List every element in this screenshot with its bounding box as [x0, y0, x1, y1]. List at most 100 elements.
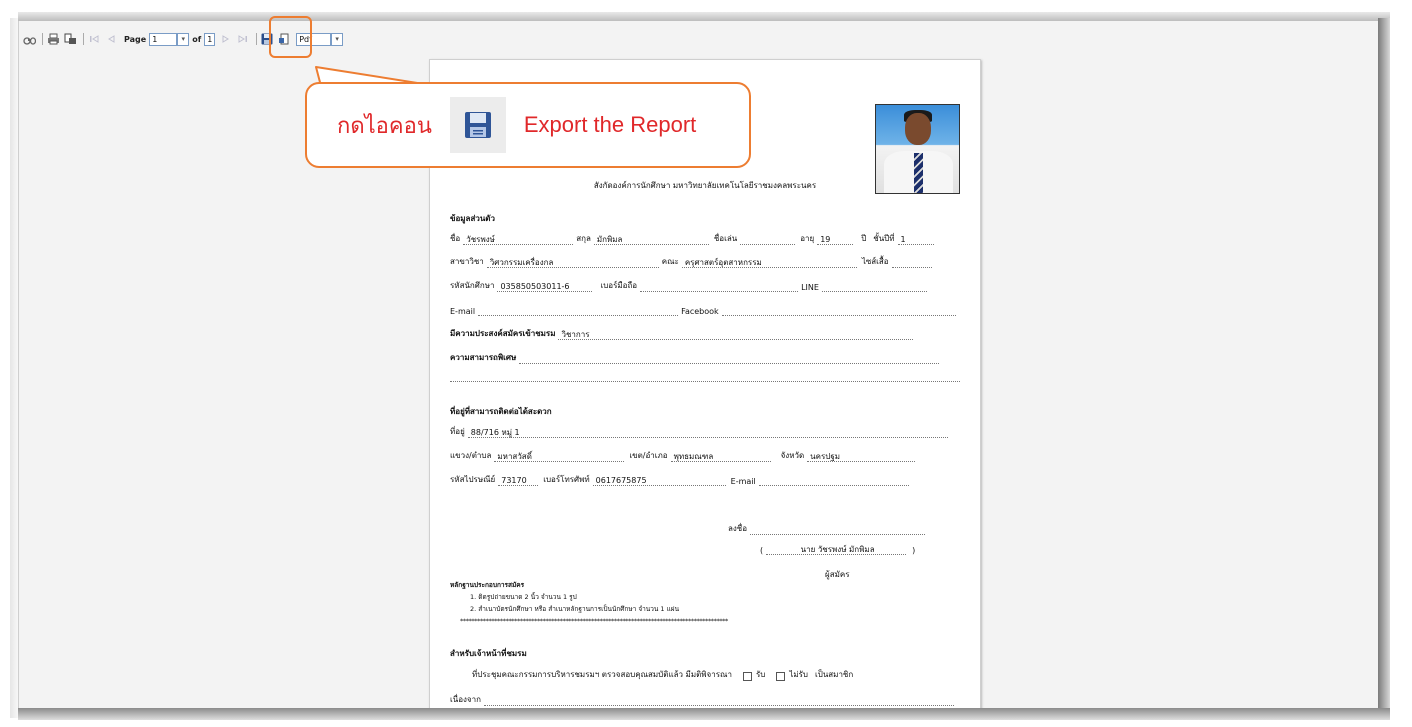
row-intent: มีความประสงค์สมัครเข้าชมรม วิชาการ [450, 328, 960, 340]
accept-checkbox[interactable] [742, 672, 752, 681]
section-address-heading: ที่อยู่ที่สามารถติดต่อได้สะดวก [450, 407, 552, 416]
row-email: E-mail Facebook [450, 304, 960, 316]
shirt-size-value [891, 258, 932, 268]
staff-decision-text: ที่ประชุมคณะกรรมการบริหารชมรมฯ ตรวจสอบคุ… [472, 670, 732, 679]
major-label: สาขาวิชา [450, 257, 484, 266]
year-label: ชั้นปีที่ [873, 234, 895, 243]
age-label: อายุ [800, 234, 815, 243]
toolbar-separator [83, 33, 84, 45]
intent-label: มีความประสงค์สมัครเข้าชมรม [450, 329, 556, 338]
email2-label: E-mail [730, 477, 756, 486]
organization-line: สังกัดองค์การนักศึกษา มหาวิทยาลัยเทคโนโล… [593, 181, 817, 190]
window-shadow-right [1378, 18, 1390, 718]
total-pages-field: 1 [204, 32, 216, 46]
print-icon[interactable] [46, 32, 60, 46]
age-value: 19 [817, 235, 854, 245]
signature-label: ลงชื่อ [728, 524, 748, 533]
separator-stars: ****************************************… [460, 617, 728, 625]
postal-value: 73170 [498, 476, 539, 486]
row-reason: เนื่องจาก [450, 694, 960, 706]
email2-value [758, 476, 909, 486]
province-value: นครปฐม [807, 452, 916, 462]
find-icon[interactable] [22, 32, 36, 46]
print-layout-icon[interactable] [63, 32, 77, 46]
member-label: เป็นสมาชิก [815, 670, 854, 679]
faculty-value: ครุศาสตร์อุตสาหกรรม [681, 258, 857, 268]
next-page-icon[interactable] [219, 32, 233, 46]
row-staff-decision: ที่ประชุมคณะกรรมการบริหารชมรมฯ ตรวจสอบคุ… [472, 669, 960, 681]
name-value: วัชรพงษ์ [463, 235, 574, 245]
surname-value: มักพิมล [593, 235, 709, 245]
shirt-size-label: ไซส์เสื้อ [861, 257, 889, 266]
accept-label: รับ [755, 670, 766, 679]
report-toolbar: Page 1 ▾ of 1 Pdf ▾ [19, 29, 1378, 49]
page-number-input[interactable]: 1 [149, 32, 178, 46]
subdistrict-value: มหาสวัสดิ์ [494, 452, 625, 462]
province-label: จังหวัด [780, 451, 805, 460]
evidence-item-1: 1. ติดรูปถ่ายขนาด 2 นิ้ว จำนวน 1 รูป [470, 593, 577, 601]
facebook-value [721, 306, 956, 316]
skills-label: ความสามารถพิเศษ [450, 353, 517, 362]
skills-value [519, 354, 940, 364]
instruction-callout: กดไอคอน Export the Report [305, 82, 751, 168]
major-value: วิศวกรรมเครื่องกล [486, 258, 659, 268]
subdistrict-label: แขวง/ตำบล [450, 451, 492, 460]
nickname-value [740, 235, 796, 245]
surname-label: สกุล [576, 234, 591, 243]
signature-line [750, 525, 926, 535]
email-label: E-mail [450, 307, 476, 316]
row-signature: ลงชื่อ [728, 523, 960, 535]
row-signer-name: ( นาย วัชรพงษ์ มักพิมล ) [760, 543, 960, 555]
row-skills: ความสามารถพิเศษ [450, 352, 960, 364]
email-value [478, 306, 679, 316]
row-student-id: รหัสนักศึกษา 035850503011-6 เบอร์มือถือ … [450, 280, 960, 292]
reason-label: เนื่องจาก [450, 695, 481, 704]
applicant-label: ผู้สมัคร [825, 570, 850, 579]
evidence-title: หลักฐานประกอบการสมัคร [450, 581, 525, 589]
chevron-down-icon[interactable]: ▾ [331, 32, 344, 46]
name-label: ชื่อ [450, 234, 461, 243]
signer-name: นาย วัชรพงษ์ มักพิมล [766, 545, 907, 555]
address-value: 88/716 หมู่ 1 [467, 428, 948, 438]
nickname-label: ชื่อเล่น [713, 234, 738, 243]
previous-page-icon[interactable] [104, 32, 118, 46]
evidence-item-2: 2. สำเนาบัตรนักศึกษา หรือ สำเนาหลักฐานกา… [470, 605, 680, 613]
toolbar-separator [42, 33, 43, 45]
year-value: 1 [897, 235, 934, 245]
postal-label: รหัสไปรษณีย์ [450, 475, 496, 484]
page-label: Page [124, 34, 147, 44]
faculty-label: คณะ [661, 257, 679, 266]
page-dropdown-button[interactable]: ▾ [177, 32, 190, 46]
callout-text-thai: กดไอคอน [337, 113, 432, 139]
save-floppy-icon [449, 97, 506, 153]
phone-value: 0617675875 [592, 476, 726, 486]
row-address: ที่อยู่ 88/716 หมู่ 1 [450, 426, 960, 438]
window-shadow-left [10, 18, 18, 718]
student-id-value: 035850503011-6 [497, 282, 593, 292]
district-label: เขต/อำเภอ [629, 451, 668, 460]
row-major: สาขาวิชา วิศวกรรมเครื่องกล คณะ ครุศาสตร์… [450, 256, 960, 268]
reject-checkbox[interactable] [776, 672, 786, 681]
of-label: of [192, 34, 202, 44]
row-district: แขวง/ตำบล มหาสวัสดิ์ เขต/อำเภอ พุทธมณฑล … [450, 450, 960, 462]
callout-text-english: Export the Report [523, 112, 697, 137]
section-personal-heading: ข้อมูลส่วนตัว [450, 214, 495, 223]
reject-label: ไม่รับ [789, 670, 808, 679]
address-label: ที่อยู่ [450, 427, 465, 436]
reason-value [483, 696, 954, 706]
window-shadow-bottom [18, 708, 1390, 720]
signer-close-paren: ) [912, 546, 916, 555]
student-id-label: รหัสนักศึกษา [450, 281, 495, 290]
intent-value: วิชาการ [558, 330, 914, 340]
age-unit: ปี [861, 234, 867, 243]
signer-open-paren: ( [760, 546, 764, 555]
save-icon-highlight [269, 16, 312, 58]
first-page-icon[interactable] [87, 32, 101, 46]
mobile-label: เบอร์มือถือ [600, 281, 638, 290]
staff-section-heading: สำหรับเจ้าหน้าที่ชมรม [450, 649, 527, 658]
row-name: ชื่อ วัชรพงษ์ สกุล มักพิมล ชื่อเล่น อายุ… [450, 233, 960, 245]
district-value: พุทธมณฑล [670, 452, 771, 462]
last-page-icon[interactable] [236, 32, 250, 46]
facebook-label: Facebook [681, 307, 719, 316]
phone-label: เบอร์โทรศัพท์ [543, 475, 590, 484]
